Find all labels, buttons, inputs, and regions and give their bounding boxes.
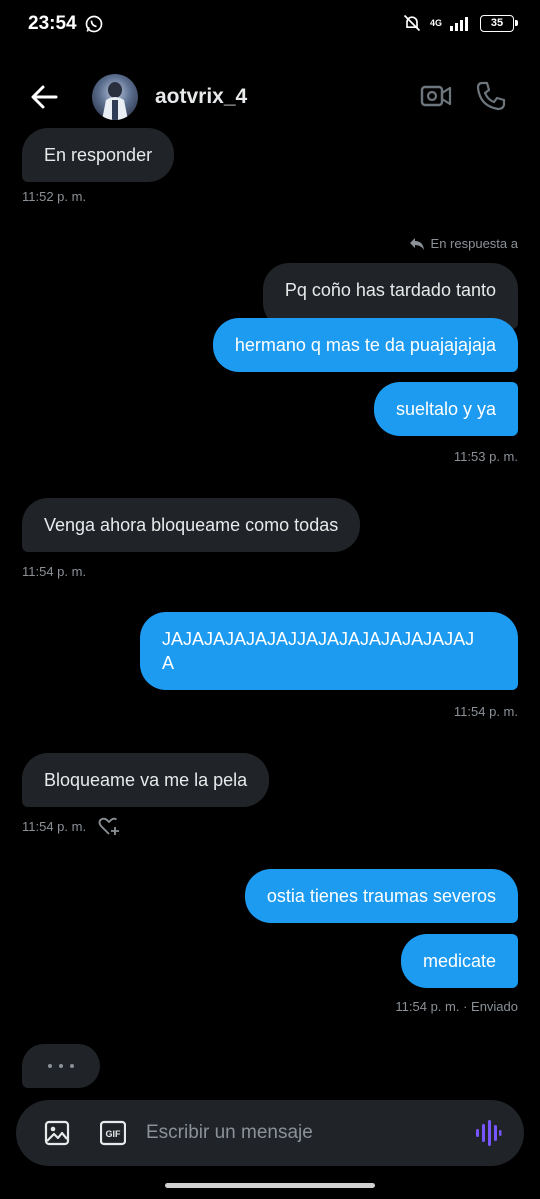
signal-icon — [450, 17, 468, 31]
message-composer: GIF — [16, 1100, 524, 1166]
message-timestamp: 11:54 p. m. · Enviado — [395, 999, 518, 1014]
typing-dot — [48, 1064, 52, 1068]
status-bar: 23:54 4G 35 — [0, 0, 540, 50]
network-type: 4G — [429, 17, 442, 28]
voice-icon[interactable] — [474, 1119, 502, 1147]
message-timestamp: 11:52 p. m. — [22, 189, 87, 204]
received-message[interactable]: En responder — [22, 128, 175, 182]
back-arrow-icon[interactable] — [28, 82, 60, 112]
reply-context-label: En respuesta a — [409, 236, 518, 251]
sent-message[interactable]: ostia tienes traumas severos — [244, 869, 518, 923]
received-message[interactable]: Bloqueame va me la pela — [22, 753, 270, 807]
gif-label: GIF — [106, 1129, 122, 1139]
reply-label-text: En respuesta a — [430, 236, 518, 251]
reply-icon — [409, 237, 424, 250]
message-timestamp: 11:54 p. m. — [453, 704, 518, 719]
typing-indicator — [22, 1044, 100, 1088]
typing-dot — [59, 1064, 63, 1068]
message-line: A — [162, 653, 175, 673]
message-timestamp: 11:53 p. m. — [453, 449, 518, 464]
conversation-header: aotvrix_4 — [0, 64, 540, 130]
message-timestamp: 11:54 p. m. — [22, 564, 87, 579]
typing-dot — [70, 1064, 74, 1068]
message-input[interactable] — [146, 1120, 446, 1146]
sent-message[interactable]: hermano q mas te da puajajajaja — [212, 318, 518, 372]
video-icon[interactable] — [420, 82, 452, 110]
sent-message[interactable]: sueltalo y ya — [373, 382, 518, 436]
home-indicator[interactable] — [165, 1183, 375, 1188]
mute-icon — [403, 14, 421, 32]
status-time: 23:54 — [28, 13, 77, 34]
battery-indicator: 35 — [480, 14, 518, 32]
sent-message[interactable]: medicate — [400, 934, 518, 988]
phone-icon[interactable] — [475, 80, 507, 112]
conversation-username[interactable]: aotvrix_4 — [155, 85, 247, 109]
message-timestamp: 11:54 p. m. — [22, 819, 87, 834]
received-message[interactable]: Venga ahora bloqueame como todas — [22, 498, 361, 552]
avatar[interactable] — [92, 74, 138, 120]
sent-message[interactable]: JAJAJAJAJAJAJJAJAJAJAJAJAJAJAJ A — [140, 612, 518, 690]
gif-icon[interactable]: GIF — [100, 1120, 126, 1146]
image-icon[interactable] — [44, 1120, 70, 1146]
heart-plus-icon[interactable] — [98, 817, 120, 837]
whatsapp-icon — [85, 15, 103, 33]
message-line: JAJAJAJAJAJAJJAJAJAJAJAJAJAJAJ — [162, 629, 475, 649]
